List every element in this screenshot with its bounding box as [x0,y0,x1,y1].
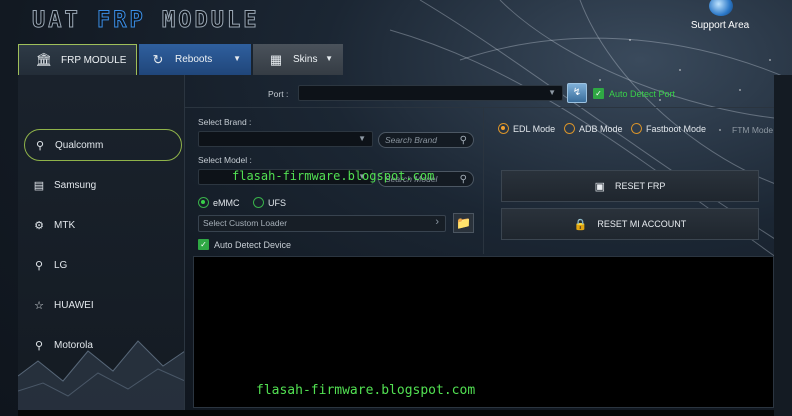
ufs-radio[interactable]: UFS [253,197,286,208]
usb-icon: ↯ [572,87,582,98]
radio-icon [253,197,264,208]
app-window: UAT FRP MODULE Support Area 🏛 FRP MODULE… [0,0,792,416]
radio-selected-icon [198,197,209,208]
status-strip [18,410,774,416]
watermark-text: flasah-firmware.blogspot.com [232,169,435,183]
edl-mode-radio[interactable]: EDL Mode [498,123,555,134]
radio-icon [631,123,642,134]
tab-label: Reboots [175,54,213,65]
support-area-label: Support Area [690,20,750,31]
sidebar: ⚲ Qualcomm ▤ Samsung ⚙ MTK ⚲ LG ☆ HUAWEI… [18,75,185,411]
title-bar: UAT FRP MODULE Support Area [0,0,792,44]
refresh-icon: ↻ [152,51,164,67]
emmc-radio[interactable]: eMMC [198,197,240,208]
gear-icon: ⚙ [34,219,44,232]
tab-frp-module[interactable]: 🏛 FRP MODULE [18,44,137,75]
window-edge [774,75,792,416]
bank-icon: 🏛 [35,52,53,67]
sidebar-item-samsung[interactable]: ▤ Samsung [18,169,184,201]
auto-detect-port-checkbox[interactable]: ✓ Auto Detect Port [593,88,675,99]
tab-label: FRP MODULE [61,54,127,66]
auto-detect-port-label: Auto Detect Port [609,88,676,99]
pin-icon: ⚲ [35,139,45,152]
tab-skins[interactable]: ▦ Skins ▼ [253,44,343,75]
auto-detect-device-label: Auto Detect Device [214,239,292,250]
adb-mode-radio[interactable]: ADB Mode [564,123,623,134]
fastboot-mode-radio[interactable]: Fastboot Mode [631,123,706,134]
pin-outline-icon: ⚲ [34,259,44,272]
chevron-right-icon: › [435,216,439,228]
chevron-down-icon: ▼ [233,54,241,63]
chevron-down-icon: ▼ [325,54,333,63]
chevron-down-icon: ▼ [548,88,556,97]
sidebar-item-qualcomm[interactable]: ⚲ Qualcomm [24,129,182,161]
grid-icon: ▦ [269,51,283,67]
auto-detect-device-checkbox[interactable]: ✓ Auto Detect Device [198,239,291,250]
radio-selected-icon [498,123,509,134]
sidebar-item-label: LG [54,259,68,271]
search-brand-input[interactable]: Search Brand ⚲ [378,132,474,148]
sidebar-item-huawei[interactable]: ☆ HUAWEI [18,289,184,321]
divider [185,107,774,108]
radio-icon [564,123,575,134]
lock-icon: 🔒 [573,218,588,231]
folder-icon: 📁 [456,216,471,230]
sidebar-item-label: Qualcomm [55,139,104,151]
sidebar-item-lg[interactable]: ⚲ LG [18,249,184,281]
check-icon: ✓ [198,239,209,250]
reset-mi-account-button[interactable]: 🔒 RESET MI ACCOUNT [501,208,759,240]
check-icon: ✓ [593,88,604,99]
tab-reboots[interactable]: ↻ Reboots ▼ [139,44,251,75]
decorative-graph-background [18,340,184,411]
globe-icon [709,0,733,16]
ftm-mode-label: FTM Mode [732,125,774,135]
sidebar-item-mtk[interactable]: ⚙ MTK [18,209,184,241]
watermark-text: flasah-firmware.blogspot.com [256,383,476,398]
app-title: UAT FRP MODULE [32,8,260,34]
custom-loader-select[interactable]: Select Custom Loader › [198,215,446,232]
tab-bar: 🏛 FRP MODULE ↻ Reboots ▼ ▦ Skins ▼ [18,44,792,75]
sidebar-item-label: MTK [54,219,76,231]
image-icon: ▣ [594,180,606,193]
reset-frp-button[interactable]: ▣ RESET FRP [501,170,759,202]
port-select[interactable]: ▼ [298,85,563,101]
sidebar-item-label: Samsung [54,179,97,191]
search-icon: ⚲ [459,174,467,185]
star-icon: ☆ [34,299,44,312]
sidebar-item-label: HUAWEI [54,299,94,311]
port-label: Port : [268,89,289,99]
support-area-button[interactable]: Support Area [680,0,760,36]
map-icon: ▤ [33,179,45,192]
main-panel: Port : ▼ ↯ ✓ Auto Detect Port Select Bra… [185,75,774,411]
model-label: Select Model : [198,155,252,165]
search-icon: ⚲ [459,135,467,146]
browse-loader-button[interactable]: 📁 [453,213,474,233]
tab-label: Skins [293,54,318,65]
refresh-port-button[interactable]: ↯ [567,83,587,103]
brand-select[interactable]: ▼ [198,131,373,147]
divider [483,108,484,254]
brand-label: Select Brand : [198,117,252,127]
chevron-down-icon: ▼ [358,134,366,143]
